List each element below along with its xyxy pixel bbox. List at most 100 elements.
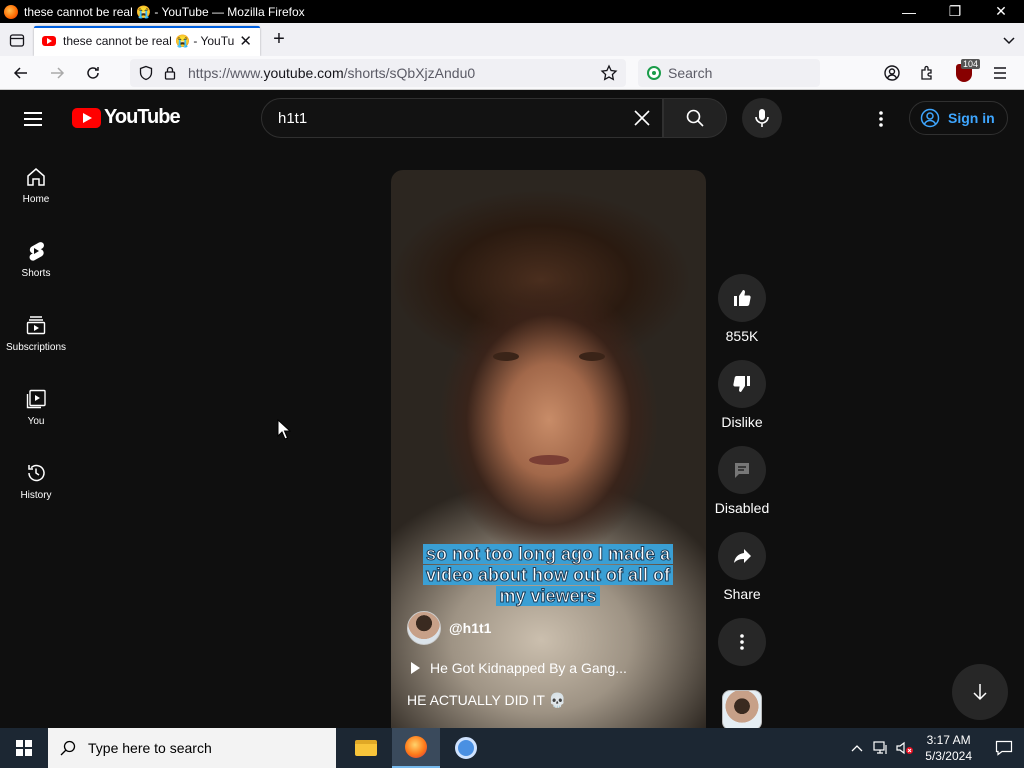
youtube-wordmark: YouTube	[104, 106, 181, 128]
clear-search-button[interactable]	[622, 103, 662, 134]
account-button[interactable]	[874, 58, 910, 88]
start-button[interactable]	[0, 728, 48, 768]
firefox-view-icon	[9, 33, 25, 47]
reload-button[interactable]	[78, 58, 108, 88]
channel-info[interactable]: @h1t1	[407, 611, 491, 645]
video-frame-eye-right	[579, 352, 605, 361]
comment-icon	[735, 463, 749, 478]
comments-button[interactable]	[718, 446, 766, 494]
restore-button[interactable]: ❐	[932, 0, 978, 23]
taskbar-clock[interactable]: 3:17 AM 5/3/2024	[925, 732, 972, 764]
history-icon	[28, 464, 45, 482]
new-tab-button[interactable]: +	[264, 25, 294, 55]
taskbar-file-explorer[interactable]	[342, 728, 390, 768]
minimize-button[interactable]: —	[886, 0, 932, 23]
share-button[interactable]	[718, 532, 766, 580]
tab-title: these cannot be real 😭 - YouTube	[63, 34, 236, 48]
window-title: these cannot be real 😭 - YouTube — Mozil…	[24, 4, 305, 19]
youtube-search-input[interactable]: h1t1	[261, 98, 663, 138]
show-hidden-icons-button[interactable]	[845, 744, 869, 752]
tab-strip: these cannot be real 😭 - YouTube ✕ +	[0, 23, 1024, 56]
taskbar-firefox[interactable]	[392, 728, 440, 768]
sidebar-item-label: Subscriptions	[5, 342, 67, 353]
voice-search-button[interactable]	[742, 98, 782, 138]
extensions-button[interactable]	[910, 58, 946, 88]
home-icon	[27, 168, 45, 186]
web-search-field[interactable]: Search	[638, 58, 820, 87]
puzzle-piece-icon	[921, 65, 932, 80]
settings-menu-button[interactable]	[866, 104, 896, 134]
back-button[interactable]	[6, 58, 36, 88]
chevron-down-icon	[1003, 36, 1015, 44]
sidebar-item-shorts[interactable]: Shorts	[0, 220, 72, 294]
sidebar-item-history[interactable]: History	[0, 442, 72, 516]
app-menu-button[interactable]	[982, 58, 1018, 88]
search-icon	[686, 109, 704, 127]
more-options-button[interactable]	[718, 618, 766, 666]
sidebar-item-subscriptions[interactable]: Subscriptions	[0, 294, 72, 368]
next-short-button[interactable]	[952, 664, 1008, 720]
url-bar[interactable]: https://www.youtube.com/shorts/sQbXjzAnd…	[130, 58, 626, 87]
web-search-placeholder: Search	[668, 64, 713, 81]
bookmark-star-icon[interactable]	[600, 63, 618, 82]
navigation-toolbar: https://www.youtube.com/shorts/sQbXjzAnd…	[0, 56, 1024, 90]
sign-in-button[interactable]: Sign in	[909, 101, 1008, 135]
channel-handle[interactable]: @h1t1	[449, 620, 491, 636]
you-icon	[26, 389, 46, 409]
dislike-button[interactable]	[718, 360, 766, 408]
audio-source-thumbnail[interactable]	[722, 690, 762, 728]
sidebar-item-label: Home	[22, 194, 50, 205]
reload-icon	[87, 66, 99, 79]
sidebar-item-home[interactable]: Home	[0, 146, 72, 220]
firefox-icon	[405, 736, 427, 758]
chevron-up-icon	[851, 745, 863, 752]
related-video-title: He Got Kidnapped By a Gang...	[430, 660, 627, 676]
tab-close-button[interactable]: ✕	[239, 32, 252, 50]
arrow-right-icon	[51, 66, 65, 79]
short-description: HE ACTUALLY DID IT 💀	[407, 692, 567, 708]
close-window-button[interactable]: ✕	[978, 0, 1024, 23]
url-text[interactable]: https://www.youtube.com/shorts/sQbXjzAnd…	[188, 65, 600, 81]
related-video-link[interactable]: He Got Kidnapped By a Gang...	[411, 660, 627, 676]
channel-avatar[interactable]	[407, 611, 441, 645]
dislike-label: Dislike	[721, 414, 763, 430]
firefox-logo-icon	[4, 4, 18, 19]
tracking-protection-shield-icon[interactable]	[138, 65, 154, 81]
list-all-tabs-button[interactable]	[994, 25, 1024, 55]
taskbar-chrome[interactable]	[442, 728, 490, 768]
like-action: 855K	[706, 274, 778, 344]
sidebar-item-you[interactable]: You	[0, 368, 72, 442]
guide-menu-button[interactable]	[24, 108, 48, 128]
windows-logo-icon	[16, 740, 32, 756]
network-button[interactable]	[869, 741, 893, 755]
youtube-search-button[interactable]	[663, 98, 727, 138]
search-query[interactable]: h1t1	[278, 110, 622, 127]
tab-youtube[interactable]: these cannot be real 😭 - YouTube ✕	[34, 26, 260, 56]
search-engine-icon	[647, 65, 661, 80]
sign-in-label: Sign in	[948, 110, 995, 126]
url-path: /shorts/sQbXjzAndu0	[343, 64, 476, 81]
action-center-button[interactable]	[984, 740, 1024, 756]
ublock-origin-button[interactable]: 104	[946, 58, 982, 88]
like-button[interactable]	[718, 274, 766, 322]
taskbar-search-placeholder: Type here to search	[88, 740, 212, 756]
account-circle-icon	[920, 108, 940, 128]
volume-button[interactable]	[893, 741, 917, 755]
thumbs-up-icon	[734, 290, 751, 306]
ublock-badge: 104	[960, 58, 980, 69]
network-icon	[873, 741, 887, 754]
youtube-logo[interactable]: YouTube	[72, 106, 181, 129]
youtube-page: YouTube h1t1 Sign in Home Shorts Subscri…	[0, 90, 1024, 728]
shorts-video-player[interactable]: so not too long ago I made a video about…	[391, 170, 706, 728]
folder-icon	[355, 740, 377, 756]
video-caption-text: so not too long ago I made a video about…	[422, 544, 673, 607]
youtube-play-logo-icon	[72, 107, 101, 128]
taskbar-search-box[interactable]: Type here to search	[48, 728, 336, 768]
share-arrow-icon	[734, 549, 751, 563]
firefox-view-button[interactable]	[0, 23, 34, 56]
lock-icon[interactable]	[162, 65, 178, 81]
account-icon	[884, 64, 900, 81]
more-vertical-icon	[879, 111, 883, 127]
forward-button[interactable]	[42, 58, 72, 88]
video-caption: so not too long ago I made a video about…	[417, 544, 679, 607]
